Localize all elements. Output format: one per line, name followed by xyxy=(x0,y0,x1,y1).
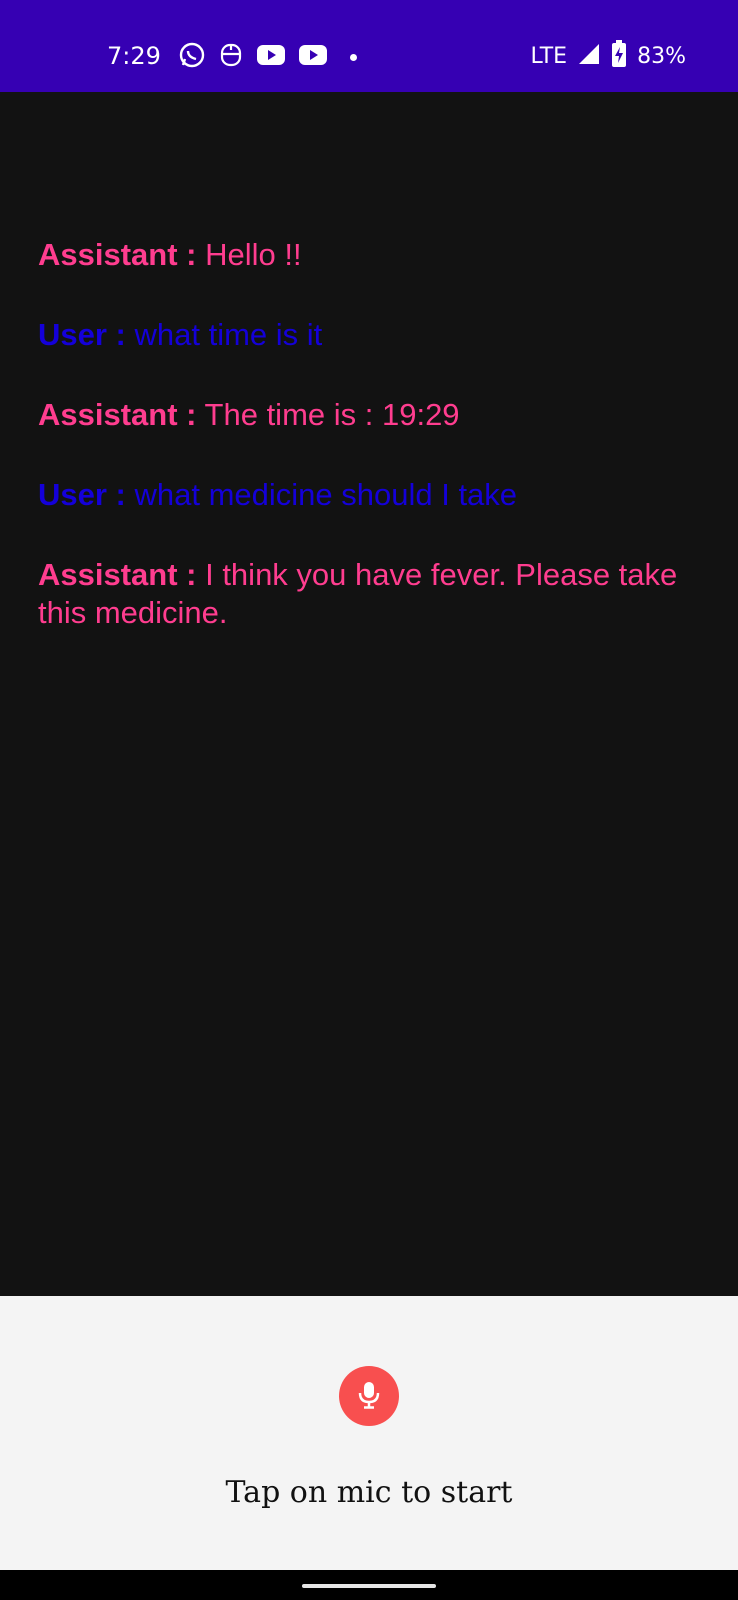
speaker-label: Assistant : xyxy=(38,237,197,272)
network-type: LTE xyxy=(530,43,568,69)
speaker-label: User : xyxy=(38,317,126,352)
message-text: what medicine should I take xyxy=(125,477,518,512)
speaker-label: User : xyxy=(38,477,126,512)
assistant-message: Assistant : Hello !! xyxy=(38,236,698,274)
notification-icons xyxy=(178,42,357,72)
battery-charging-icon xyxy=(611,40,627,72)
speaker-label: Assistant : xyxy=(38,397,197,432)
voice-input-panel: Tap on mic to start xyxy=(0,1296,738,1570)
home-gesture-handle[interactable] xyxy=(302,1584,436,1588)
conversation-log: Assistant : Hello !! User : what time is… xyxy=(38,236,698,674)
mic-button[interactable] xyxy=(339,1366,399,1426)
status-bar: 7:29 LTE 83% xyxy=(0,0,738,92)
youtube-icon xyxy=(298,43,328,71)
navigation-bar xyxy=(0,1570,738,1600)
youtube-icon xyxy=(256,43,286,71)
message-text: Hello !! xyxy=(196,237,302,272)
assistant-message: Assistant : I think you have fever. Plea… xyxy=(38,556,698,632)
message-text: what time is it xyxy=(125,317,323,352)
user-message: User : what time is it xyxy=(38,316,698,354)
message-text: The time is : 19:29 xyxy=(196,397,460,432)
system-icons: LTE 83% xyxy=(531,40,686,72)
assistant-message: Assistant : The time is : 19:29 xyxy=(38,396,698,434)
speaker-label: Assistant : xyxy=(38,557,197,592)
assistant-face-icon xyxy=(218,41,244,73)
signal-icon xyxy=(577,42,601,70)
whatsapp-icon xyxy=(178,41,206,73)
mic-hint: Tap on mic to start xyxy=(225,1475,513,1510)
notification-dot-icon xyxy=(350,53,357,61)
microphone-icon xyxy=(355,1380,383,1413)
battery-percent: 83% xyxy=(637,43,686,69)
user-message: User : what medicine should I take xyxy=(38,476,698,514)
status-time: 7:29 xyxy=(107,42,161,70)
